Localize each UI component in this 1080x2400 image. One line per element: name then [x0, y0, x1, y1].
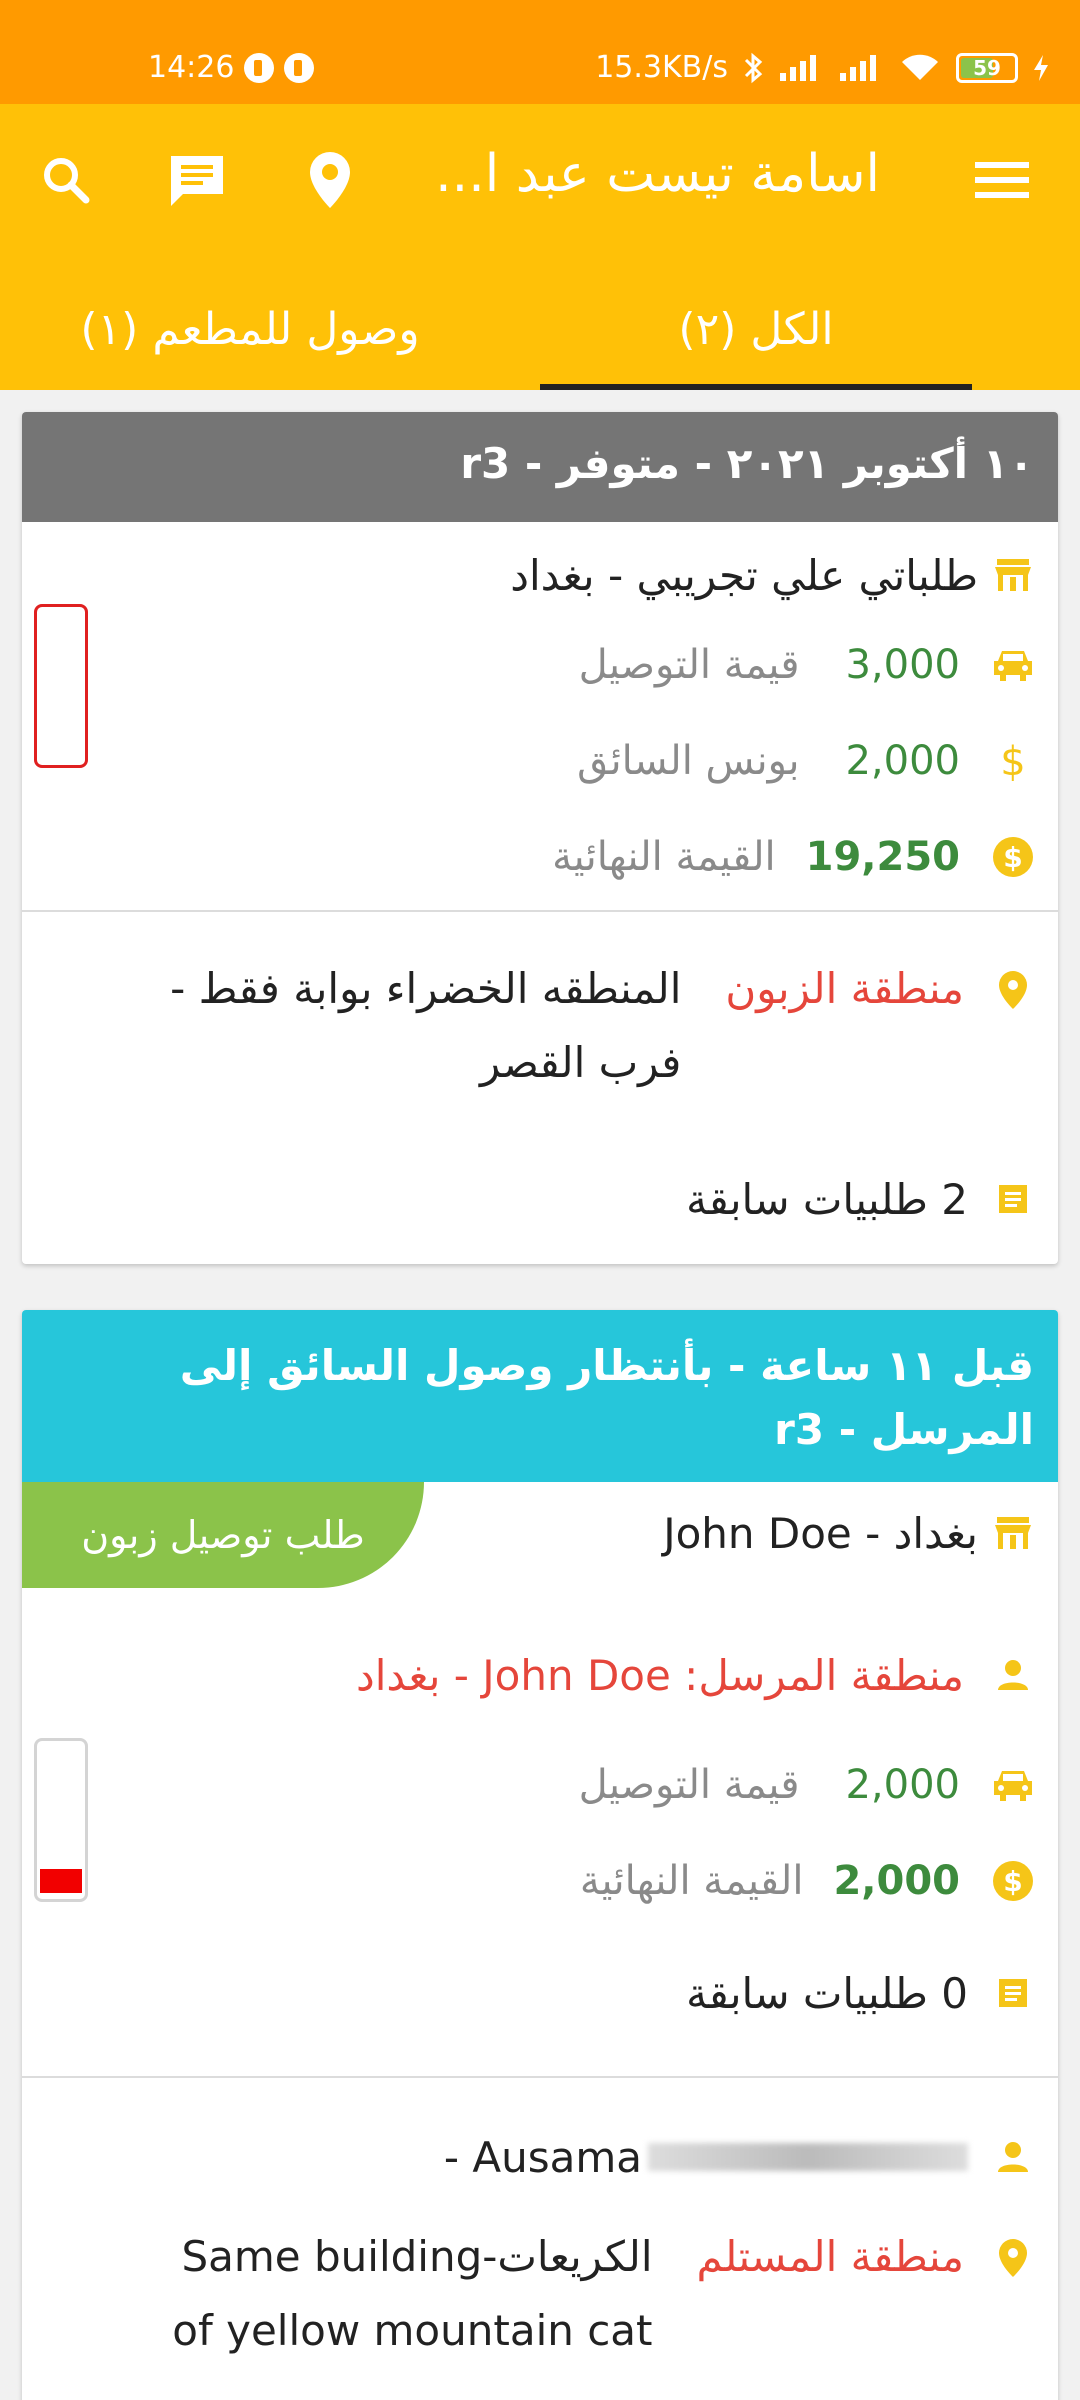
location-pin-icon [978, 970, 1048, 1010]
delivery-row: 2,000 قيمة التوصيل [579, 1750, 1048, 1820]
order-status-bar-fill [40, 1869, 82, 1893]
order-status-bar [34, 604, 88, 768]
charging-icon [1034, 54, 1048, 81]
divider [22, 910, 1058, 912]
restaurant-row: طلباتي علي تجريبي - بغداد [510, 540, 1048, 610]
svg-text:$: $ [1003, 841, 1022, 874]
car-icon [978, 647, 1048, 683]
delivery-row: 3,000 قيمة التوصيل [579, 630, 1048, 700]
bonus-row: $ 2,000 بونس السائق [577, 726, 1048, 796]
delivery-type-badge: طلب توصيل زبون [22, 1482, 424, 1588]
order-card[interactable]: قبل ١١ ساعة - بأنتظار وصول السائق إلى ال… [22, 1310, 1058, 2400]
customer-area-row: منطقة الزبون المنطقه الخضراء بوابة فقط -… [101, 952, 1048, 1100]
app-bar: اسامة تيست عبد ا... وصول للمطعم (١) الكل… [0, 104, 1080, 390]
money-icon: $ [978, 1859, 1048, 1903]
chat-icon[interactable] [157, 140, 237, 220]
svg-text:$: $ [1003, 1865, 1022, 1898]
order-header: قبل ١١ ساعة - بأنتظار وصول السائق إلى ال… [22, 1310, 1058, 1482]
menu-icon[interactable] [962, 140, 1042, 220]
order-status-bar [34, 1738, 88, 1902]
wifi-icon [902, 54, 938, 80]
tab-bar: وصول للمطعم (١) الكل (٢) [0, 268, 1080, 390]
page-title: اسامة تيست عبد ا... [435, 144, 880, 204]
receipt-icon [978, 1182, 1048, 1216]
person-icon [978, 2140, 1048, 2174]
net-speed: 15.3KB/s [595, 50, 728, 85]
receipt-icon [978, 1976, 1048, 2010]
sender-area-row: منطقة المرسل: John Doe - بغداد [356, 1640, 1048, 1710]
money-icon: $ [978, 835, 1048, 879]
battery-icon: 59 [956, 52, 1018, 83]
svg-text:$: $ [1000, 739, 1025, 783]
tab-all[interactable]: الكل (٢) [540, 268, 972, 390]
location-pin-icon[interactable] [290, 140, 370, 220]
bluetooth-icon [744, 52, 763, 83]
receiver-row: Ausama - [444, 2122, 1048, 2192]
previous-orders-row: 0 طلبيات سابقة [686, 1958, 1048, 2028]
divider [22, 2076, 1058, 2078]
final-row: $ 2,000 القيمة النهائية [580, 1846, 1048, 1916]
signal-icon [780, 54, 816, 81]
final-row: $ 19,250 القيمة النهائية [552, 822, 1048, 892]
car-icon [978, 1767, 1048, 1803]
store-icon [978, 1513, 1048, 1553]
order-card[interactable]: ١٠ أكتوبر ٢٠٢١ - متوفر - r3 طلباتي علي ت… [22, 412, 1058, 1264]
order-header: ١٠ أكتوبر ٢٠٢١ - متوفر - r3 [22, 412, 1058, 522]
location-pin-icon [978, 2238, 1048, 2278]
signal-icon-2 [840, 54, 876, 81]
receiver-area-row: منطقة المستلم الكريعات-Same building of … [133, 2220, 1048, 2368]
previous-orders-row: 2 طلبيات سابقة [686, 1164, 1048, 1234]
redacted-phone [648, 2143, 968, 2171]
restaurant-row: بغداد - John Doe [663, 1498, 1048, 1568]
dollar-icon: $ [978, 739, 1048, 783]
tab-arrived-restaurant[interactable]: وصول للمطعم (١) [40, 268, 460, 390]
search-icon[interactable] [26, 140, 106, 220]
status-time: 14:26 [148, 50, 235, 85]
notification-icon [244, 52, 275, 83]
notification-icon-2 [284, 52, 315, 83]
status-bar: 14:26 15.3KB/s 59 [0, 0, 1080, 104]
store-icon [978, 555, 1048, 595]
person-icon [978, 1658, 1048, 1692]
